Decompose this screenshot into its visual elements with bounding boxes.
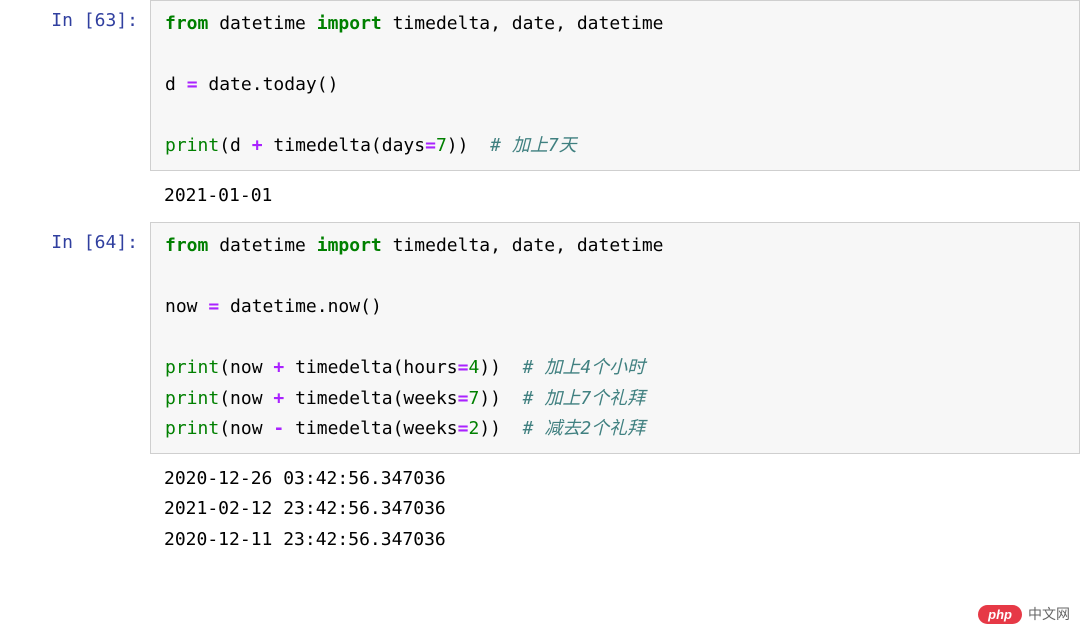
code-token: )) bbox=[447, 135, 490, 156]
output-cell: 2021-01-01 bbox=[0, 175, 1080, 218]
watermark-badge: php bbox=[978, 605, 1022, 624]
code-token: (d bbox=[219, 135, 252, 156]
code-token: today() bbox=[263, 74, 339, 95]
code-token: + bbox=[252, 135, 274, 156]
code-token: from bbox=[165, 13, 219, 34]
code-token: 7 bbox=[436, 135, 447, 156]
input-cell: In [64]:from datetime import timedelta, … bbox=[0, 222, 1080, 454]
notebook-container: In [63]:from datetime import timedelta, … bbox=[0, 0, 1080, 562]
code-token: import bbox=[317, 13, 393, 34]
code-token: - bbox=[273, 418, 295, 439]
code-token: datetime bbox=[219, 13, 317, 34]
code-token: d bbox=[165, 74, 187, 95]
code-token: 7 bbox=[468, 388, 479, 409]
output-text: 2020-12-26 03:42:56.347036 2021-02-12 23… bbox=[150, 458, 1080, 562]
code-token: = bbox=[458, 357, 469, 378]
code-token: = bbox=[208, 296, 230, 317]
code-token: now bbox=[165, 296, 208, 317]
code-token: # 加上7个礼拜 bbox=[523, 388, 646, 409]
input-prompt: In [63]: bbox=[0, 0, 150, 171]
code-token: 4 bbox=[468, 357, 479, 378]
code-token: 2 bbox=[468, 418, 479, 439]
code-token: )) bbox=[479, 357, 522, 378]
code-token: + bbox=[273, 388, 295, 409]
watermark: php 中文网 bbox=[978, 604, 1070, 624]
output-prompt bbox=[0, 458, 150, 562]
code-token: # 加上7天 bbox=[490, 135, 577, 156]
code-token: )) bbox=[479, 418, 522, 439]
output-prompt bbox=[0, 175, 150, 218]
code-token: print bbox=[165, 135, 219, 156]
code-token: = bbox=[458, 388, 469, 409]
code-token: # 加上4个小时 bbox=[523, 357, 646, 378]
code-token: print bbox=[165, 388, 219, 409]
code-token: print bbox=[165, 357, 219, 378]
output-cell: 2020-12-26 03:42:56.347036 2021-02-12 23… bbox=[0, 458, 1080, 562]
input-prompt: In [64]: bbox=[0, 222, 150, 454]
code-token: date bbox=[208, 74, 251, 95]
code-token: import bbox=[317, 235, 393, 256]
code-token: = bbox=[187, 74, 209, 95]
code-token: print bbox=[165, 418, 219, 439]
watermark-text: 中文网 bbox=[1028, 604, 1070, 624]
code-token: timedelta(weeks bbox=[295, 388, 458, 409]
code-input[interactable]: from datetime import timedelta, date, da… bbox=[150, 0, 1080, 171]
code-token: )) bbox=[479, 388, 522, 409]
code-token: + bbox=[273, 357, 295, 378]
code-input[interactable]: from datetime import timedelta, date, da… bbox=[150, 222, 1080, 454]
code-token: (now bbox=[219, 388, 273, 409]
code-token: timedelta, date, datetime bbox=[393, 235, 664, 256]
code-token: = bbox=[458, 418, 469, 439]
code-token: datetime bbox=[219, 235, 317, 256]
code-token: timedelta(hours bbox=[295, 357, 458, 378]
code-token: datetime bbox=[230, 296, 317, 317]
code-token: . bbox=[317, 296, 328, 317]
code-token: now() bbox=[328, 296, 382, 317]
code-token: timedelta, date, datetime bbox=[393, 13, 664, 34]
code-token: . bbox=[252, 74, 263, 95]
code-token: # 减去2个礼拜 bbox=[523, 418, 646, 439]
code-token: timedelta(days bbox=[273, 135, 425, 156]
code-token: timedelta(weeks bbox=[295, 418, 458, 439]
code-token: (now bbox=[219, 418, 273, 439]
output-text: 2021-01-01 bbox=[150, 175, 1080, 218]
code-token: (now bbox=[219, 357, 273, 378]
code-token: = bbox=[425, 135, 436, 156]
input-cell: In [63]:from datetime import timedelta, … bbox=[0, 0, 1080, 171]
code-token: from bbox=[165, 235, 219, 256]
